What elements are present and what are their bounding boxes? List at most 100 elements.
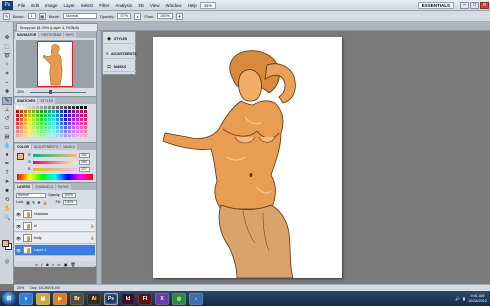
lock-image-icon[interactable]: ✎ [32, 200, 35, 205]
blend-mode-dropdown[interactable]: Normal [16, 192, 46, 198]
eye-icon[interactable]: 👁 [16, 212, 21, 217]
bridge-icon[interactable]: Br [70, 292, 84, 305]
eraser-tool-icon[interactable]: ▭ [2, 124, 12, 132]
menu-help[interactable]: Help [185, 3, 200, 8]
layer-row-body[interactable]: 👁 body 🔒 [15, 233, 95, 244]
explorer-icon[interactable]: ▤ [36, 292, 50, 305]
tab-channels[interactable]: CHANNELS [33, 184, 56, 190]
menu-3d[interactable]: 3D [135, 3, 147, 8]
clock[interactable]: 9:41 AM 10/28/2012 [468, 294, 487, 304]
ie-icon[interactable]: e [19, 292, 33, 305]
blur-tool-icon[interactable]: 💧 [2, 142, 12, 150]
gradient-tool-icon[interactable]: ▤ [2, 133, 12, 141]
menu-layer[interactable]: Layer [61, 3, 78, 8]
trash-icon[interactable]: 🗑 [71, 262, 76, 267]
zoom-tool-icon[interactable]: 🔍 [2, 214, 12, 222]
menu-edit[interactable]: Edit [28, 3, 42, 8]
shape-tool-icon[interactable]: ■ [2, 187, 12, 195]
history-brush-tool-icon[interactable]: ↺ [2, 115, 12, 123]
tab-masks[interactable]: MASKS [61, 144, 77, 150]
green-value-field[interactable]: 183 [79, 159, 90, 165]
layer-opacity-field[interactable]: 100% [62, 192, 77, 198]
menu-view[interactable]: View [147, 3, 163, 8]
document-canvas[interactable] [153, 37, 342, 278]
move-tool-icon[interactable]: ✥ [2, 34, 12, 42]
eye-icon[interactable]: 👁 [16, 236, 21, 241]
crop-tool-icon[interactable]: ⌗ [2, 70, 12, 78]
blue-slider[interactable] [33, 167, 77, 171]
tab-paths[interactable]: PATHS [56, 184, 71, 190]
adjustment-layer-icon[interactable]: ◑ [52, 262, 54, 267]
lock-position-icon[interactable]: ✥ [37, 200, 40, 205]
media-player-icon[interactable]: ▶ [53, 292, 67, 305]
blue-value-field[interactable]: 127 [79, 166, 90, 172]
tab-layers[interactable]: LAYERS [15, 184, 33, 190]
fill-field[interactable]: 100% [62, 199, 77, 205]
brush-panel-toggle-icon[interactable]: ▦ [38, 12, 46, 20]
status-doc-size[interactable]: Doc: 18.2M/78.4M [30, 286, 59, 290]
document-tab[interactable]: Bony.psd @ 25% (Layer 4, RGB/8) [16, 23, 98, 31]
close-button[interactable]: ✕ [480, 1, 489, 9]
quick-select-tool-icon[interactable]: ✧ [2, 61, 12, 69]
flow-field[interactable]: 100% [157, 13, 174, 19]
pressure-opacity-icon[interactable]: ◐ [134, 12, 142, 20]
dock-adjustments[interactable]: ◐ ADJUSTMENTS [104, 49, 136, 59]
navigator-zoom-value[interactable]: 25% [17, 90, 24, 94]
maximize-button[interactable]: □ [470, 1, 479, 9]
chrome-icon[interactable]: ◎ [172, 292, 186, 305]
status-zoom[interactable]: 25% [17, 286, 24, 290]
3d-rotate-tool-icon[interactable]: ⟲ [2, 196, 12, 204]
media-icon[interactable]: ♪ [189, 292, 203, 305]
tab-styles[interactable]: STYLES [38, 98, 56, 104]
clone-stamp-tool-icon[interactable]: ⊥ [2, 106, 12, 114]
tab-histogram[interactable]: HISTOGRAM [39, 32, 64, 38]
color-spectrum-bar[interactable] [17, 174, 93, 180]
navigator-preview[interactable] [16, 40, 94, 88]
app-x-icon[interactable]: X [155, 292, 169, 305]
opacity-field[interactable]: 57% [117, 13, 132, 19]
eyedropper-tool-icon[interactable]: ⌁ [2, 79, 12, 87]
navigator-view-box[interactable] [37, 41, 73, 87]
dock-styles[interactable]: ◆ STYLES [104, 34, 136, 44]
navigator-zoom-knob[interactable] [49, 90, 52, 94]
red-slider[interactable] [33, 153, 77, 157]
indesign-icon[interactable]: Id [121, 292, 135, 305]
mode-dropdown[interactable]: Normal [62, 13, 97, 19]
layer-row-hl[interactable]: 👁 hl 🔒 [15, 221, 95, 232]
path-selection-tool-icon[interactable]: ➤ [2, 178, 12, 186]
dock-masks[interactable]: ◘ MASKS [104, 62, 136, 72]
tab-adjustments[interactable]: ADJUSTMENTS [31, 144, 61, 150]
type-tool-icon[interactable]: T [2, 169, 12, 177]
swatch-cell[interactable] [84, 134, 88, 138]
pen-tool-icon[interactable]: ✒ [2, 160, 12, 168]
lock-transparency-icon[interactable]: ▦ [26, 200, 30, 205]
foreground-color-swatch[interactable] [2, 240, 9, 247]
layer-row-layer-4[interactable]: 👁 Layer 4 [15, 245, 95, 256]
layer-row-shadows[interactable]: 👁 shadows [15, 209, 95, 220]
link-layers-icon[interactable]: ∞ [35, 262, 38, 267]
green-slider[interactable] [33, 160, 77, 164]
start-button[interactable]: ⊞ [2, 292, 16, 305]
brush-tool-icon[interactable]: ✎ [2, 97, 12, 105]
healing-tool-icon[interactable]: ✚ [2, 88, 12, 96]
menu-filter[interactable]: Filter [96, 3, 112, 8]
red-value-field[interactable]: 242 [79, 152, 90, 158]
menu-analysis[interactable]: Analysis [112, 3, 135, 8]
photoshop-icon[interactable]: Ps [104, 292, 118, 305]
menu-file[interactable]: File [15, 3, 28, 8]
tab-color[interactable]: COLOR [15, 144, 31, 150]
eye-icon[interactable]: 👁 [16, 248, 21, 253]
zoom-level-dropdown[interactable]: 33% [199, 1, 216, 9]
illustrator-icon[interactable]: Ai [87, 292, 101, 305]
dodge-tool-icon[interactable]: ● [2, 151, 12, 159]
menu-image[interactable]: Image [42, 3, 61, 8]
quick-mask-icon[interactable]: ◎ [2, 258, 12, 266]
marquee-tool-icon[interactable]: ⬚ [2, 43, 12, 51]
volume-icon[interactable]: 🔊 [455, 296, 460, 301]
workspace-switcher[interactable]: ESSENTIALS [417, 1, 454, 9]
eye-icon[interactable]: 👁 [16, 224, 21, 229]
new-layer-icon[interactable]: ▣ [64, 262, 68, 267]
tab-swatches[interactable]: SWATCHES [15, 98, 38, 104]
network-icon[interactable]: ▮ [463, 296, 465, 301]
menu-select[interactable]: Select [78, 3, 97, 8]
